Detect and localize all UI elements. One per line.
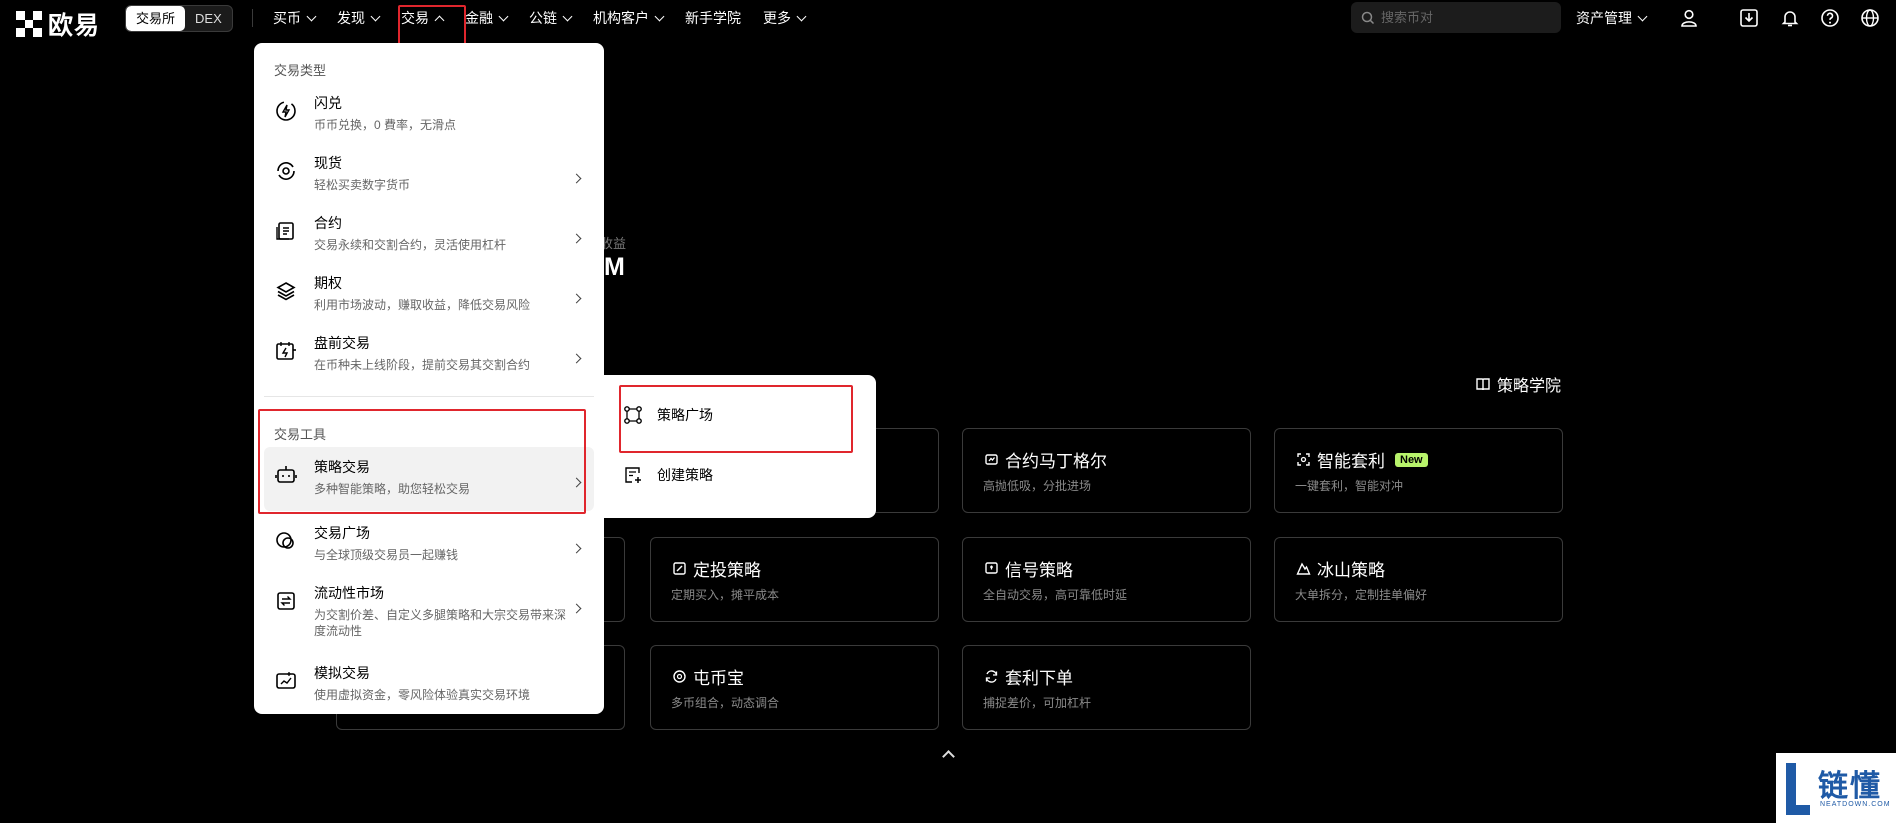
watermark-logo: 链懂 NEATDOWN.COM [1776, 753, 1896, 823]
chevron-down-icon [654, 11, 665, 21]
chevron-right-icon [571, 603, 582, 614]
search-icon [1361, 11, 1375, 24]
menu-item-pre-market[interactable]: 盘前交易 在币种未上线阶段，提前交易其交割合约 [264, 323, 594, 381]
chevron-right-icon [571, 173, 582, 184]
trade-dropdown-menu: 交易类型 闪兑 币币兑换，0 費率，无滑点 现货 轻松买卖数字货币 合约 交易永续和交… [254, 43, 604, 714]
nav-academy[interactable]: 新手学院 [674, 0, 752, 36]
chevron-right-icon [571, 293, 582, 304]
strategy-academy-link[interactable]: 策略学院 [1475, 372, 1561, 396]
book-icon [1476, 378, 1490, 391]
strategy-card-iceberg[interactable]: 冰山策略 大单拆分，定制挂单偏好 [1274, 537, 1563, 622]
logo-icon [16, 11, 42, 37]
menu-item-copy-trading[interactable]: 交易广场 与全球顶级交易员一起赚钱 [264, 513, 594, 571]
new-badge: New [1395, 452, 1428, 467]
menu-item-spot[interactable]: 现货 轻松买卖数字货币 [264, 143, 594, 201]
asset-management-label: 资产管理 [1576, 10, 1632, 26]
menu-item-strategy-trading[interactable]: 策略交易 多种智能策略，助您轻松交易 [264, 447, 594, 511]
exchange-tab[interactable]: 交易所 [126, 6, 186, 31]
chevron-down-icon [306, 11, 317, 21]
nav-divider [252, 9, 253, 27]
menu-item-liquidity-market[interactable]: 流动性市场 为交割价差、自定义多腿策略和大宗交易带来深度流动性 [264, 573, 594, 651]
partial-heading: M [604, 253, 625, 281]
strategy-submenu: 策略广场 创建策略 [603, 375, 876, 518]
demo-trading-icon [276, 672, 296, 689]
strategy-card-smart-arbitrage[interactable]: 智能套利 New 一键套利，智能对冲 [1274, 428, 1563, 513]
create-strategy-icon [625, 467, 641, 483]
main-nav: 买币 发现 交易 金融 公链 机构客户 新手学院 更多 [262, 0, 816, 36]
section-trade-tools: 交易工具 [274, 427, 327, 442]
exchange-dex-switch: 交易所 DEX [125, 5, 233, 32]
section-trade-types: 交易类型 [274, 63, 327, 78]
user-icon[interactable] [1678, 7, 1700, 29]
menu-item-demo-trading[interactable]: 模拟交易 使用虚拟资金，零风险体验真实交易环境 [264, 653, 594, 711]
nav-finance[interactable]: 金融 [454, 0, 518, 36]
chevron-right-icon [571, 233, 582, 244]
submenu-item-create-strategy[interactable]: 创建策略 [623, 465, 713, 485]
bell-icon[interactable] [1779, 7, 1801, 29]
futures-icon [276, 222, 294, 240]
menu-item-futures[interactable]: 合约 交易永续和交割合约，灵活使用杠杆 [264, 203, 594, 261]
strategy-square-icon [624, 406, 642, 424]
nav-more[interactable]: 更多 [752, 0, 816, 36]
chevron-up-icon [434, 15, 445, 25]
pre-market-icon [276, 342, 296, 360]
nav-buy[interactable]: 买币 [262, 0, 326, 36]
nav-trade[interactable]: 交易 [390, 0, 454, 36]
robot-icon [275, 466, 297, 483]
brand-logo[interactable]: 欧易 [16, 6, 100, 42]
nav-discover[interactable]: 发现 [326, 0, 390, 36]
brand-name: 欧易 [48, 12, 101, 40]
top-navigation-bar: 欧易 交易所 DEX 买币 发现 交易 金融 公链 机构客户 新手学院 更多 资… [0, 0, 1896, 40]
dex-tab[interactable]: DEX [185, 6, 232, 31]
arbitrage-icon [1295, 452, 1311, 468]
liquidity-icon [277, 592, 295, 610]
strategy-card-coin-hoard[interactable]: 屯币宝 多币组合，动态调合 [650, 645, 939, 730]
strategy-card-dca[interactable]: 定投策略 定期买入，摊平成本 [650, 537, 939, 622]
help-icon[interactable] [1819, 7, 1841, 29]
collapse-caret-icon[interactable] [942, 750, 955, 763]
layers-icon [276, 282, 296, 301]
chevron-down-icon [370, 11, 381, 21]
iceberg-icon [1295, 561, 1311, 577]
chevron-down-icon [796, 11, 807, 21]
submenu-item-strategy-square[interactable]: 策略广场 [623, 405, 713, 425]
search-box[interactable] [1351, 2, 1561, 33]
nav-chain[interactable]: 公链 [518, 0, 582, 36]
copy-trading-icon [276, 532, 294, 549]
signal-icon [983, 561, 999, 577]
asset-management-menu[interactable]: 资产管理 [1576, 0, 1648, 36]
globe-icon[interactable] [1859, 7, 1881, 29]
nav-institution[interactable]: 机构客户 [582, 0, 674, 36]
chevron-right-icon [571, 353, 582, 364]
chevron-right-icon [571, 477, 582, 488]
chevron-down-icon [1637, 11, 1648, 21]
refresh-icon [983, 669, 999, 685]
download-icon[interactable] [1738, 7, 1760, 29]
menu-divider [264, 396, 594, 397]
coin-icon [671, 669, 687, 685]
strategy-card-arbitrage-order[interactable]: 套利下单 捕捉差价，可加杠杆 [962, 645, 1251, 730]
watermark-l-icon [1786, 763, 1810, 815]
chevron-down-icon [498, 11, 509, 21]
martingale-icon [983, 452, 999, 468]
menu-item-flash-swap[interactable]: 闪兑 币币兑换，0 費率，无滑点 [264, 83, 594, 141]
spot-icon [277, 162, 295, 180]
strategy-card-signal[interactable]: 信号策略 全自动交易，高可靠低时延 [962, 537, 1251, 622]
chevron-right-icon [571, 543, 582, 554]
search-input[interactable] [1381, 10, 1551, 25]
strategy-card-futures-martingale[interactable]: 合约马丁格尔 高抛低吸，分批进场 [962, 428, 1251, 513]
menu-item-options[interactable]: 期权 利用市场波动，赚取收益，降低交易风险 [264, 263, 594, 321]
dca-icon [671, 561, 687, 577]
flash-swap-icon [276, 101, 296, 121]
chevron-down-icon [562, 11, 573, 21]
